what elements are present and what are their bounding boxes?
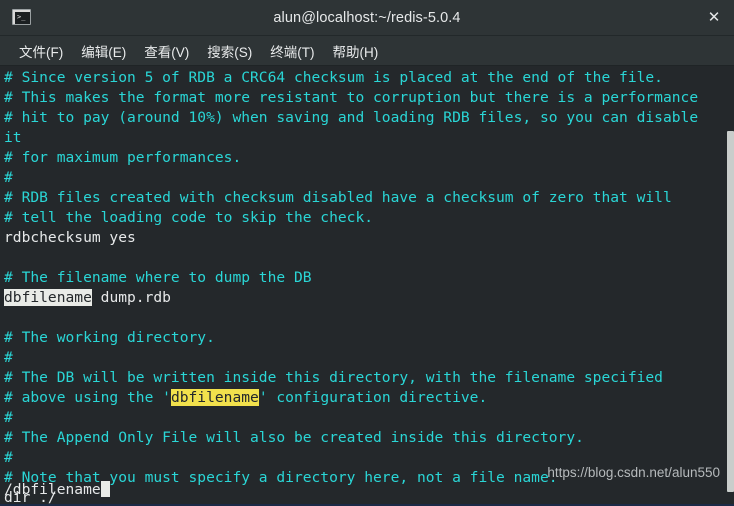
terminal-line: #	[4, 168, 726, 188]
menu-item-edit[interactable]: 编辑(E)	[72, 39, 135, 63]
terminal-text-buffer: # Since version 5 of RDB a CRC64 checksu…	[4, 68, 726, 504]
menu-item-help[interactable]: 帮助(H)	[324, 39, 388, 63]
terminal-text: dump.rdb	[91, 289, 171, 306]
terminal-text: # RDB files created with checksum disabl…	[4, 189, 672, 206]
terminal-text: # tell the loading code to skip the chec…	[4, 209, 374, 226]
terminal-line: # RDB files created with checksum disabl…	[4, 188, 726, 208]
scrollbar-thumb[interactable]	[727, 131, 734, 492]
terminal-line: rdbchecksum yes	[4, 228, 726, 248]
terminal-line: # This makes the format more resistant t…	[4, 88, 726, 108]
terminal-line: dir ./	[4, 488, 726, 504]
terminal-line: # hit to pay (around 10%) when saving an…	[4, 108, 726, 128]
terminal-text: # for maximum performances.	[4, 149, 242, 166]
menu-item-view[interactable]: 查看(V)	[135, 39, 198, 63]
terminal-line: dbfilename dump.rdb	[4, 288, 726, 308]
terminal-text: #	[4, 409, 13, 426]
window-title: alun@localhost:~/redis-5.0.4	[273, 9, 461, 26]
terminal-text: #	[4, 449, 13, 466]
terminal-line: #	[4, 348, 726, 368]
terminal-line: # for maximum performances.	[4, 148, 726, 168]
terminal-line: # The Append Only File will also be crea…	[4, 428, 726, 448]
terminal-text: # The DB will be written inside this dir…	[4, 369, 663, 386]
terminal-icon-prompt-glyph: >_	[17, 13, 26, 21]
terminal-text: # The filename where to dump the DB	[4, 269, 312, 286]
menu-item-terminal[interactable]: 终端(T)	[261, 39, 323, 63]
terminal-text: #	[4, 349, 13, 366]
terminal-line: # The working directory.	[4, 328, 726, 348]
terminal-text: # This makes the format more resistant t…	[4, 89, 699, 106]
close-icon[interactable]: ✕	[704, 9, 724, 27]
terminal-text: it	[4, 129, 22, 146]
text-cursor	[100, 481, 110, 497]
current-search-match: dbfilename	[4, 289, 92, 306]
terminal-line: # tell the loading code to skip the chec…	[4, 208, 726, 228]
terminal-line: #	[4, 408, 726, 428]
terminal-text: # The Append Only File will also be crea…	[4, 429, 584, 446]
scrollbar[interactable]	[726, 103, 734, 502]
terminal-line: # The filename where to dump the DB	[4, 268, 726, 288]
vim-command-line[interactable]: /dbfilename	[4, 480, 110, 500]
search-match-highlight: dbfilename	[170, 389, 259, 406]
terminal-text: # hit to pay (around 10%) when saving an…	[4, 109, 699, 126]
terminal-text: ' configuration directive.	[258, 389, 488, 406]
terminal-line: # above using the 'dbfilename' configura…	[4, 388, 726, 408]
terminal-text: rdbchecksum yes	[4, 229, 136, 246]
terminal-text: #	[4, 169, 13, 186]
watermark: https://blog.csdn.net/alun550	[547, 465, 720, 480]
terminal-text: # The working directory.	[4, 329, 215, 346]
menu-item-file[interactable]: 文件(F)	[10, 39, 72, 63]
terminal-line: it	[4, 128, 726, 148]
menu-bar: 文件(F) 编辑(E) 查看(V) 搜索(S) 终端(T) 帮助(H)	[0, 36, 734, 66]
vim-search-query: /dbfilename	[4, 481, 101, 498]
terminal-text: # above using the '	[4, 389, 171, 406]
menu-item-search[interactable]: 搜索(S)	[198, 39, 261, 63]
terminal-line: # The DB will be written inside this dir…	[4, 368, 726, 388]
terminal-body[interactable]: # Since version 5 of RDB a CRC64 checksu…	[0, 66, 734, 504]
title-bar: >_ alun@localhost:~/redis-5.0.4 ✕	[0, 0, 734, 36]
terminal-window: >_ alun@localhost:~/redis-5.0.4 ✕ 文件(F) …	[0, 0, 734, 506]
terminal-text: # Since version 5 of RDB a CRC64 checksu…	[4, 69, 663, 86]
terminal-line: # Since version 5 of RDB a CRC64 checksu…	[4, 68, 726, 88]
terminal-icon: >_	[12, 9, 31, 25]
